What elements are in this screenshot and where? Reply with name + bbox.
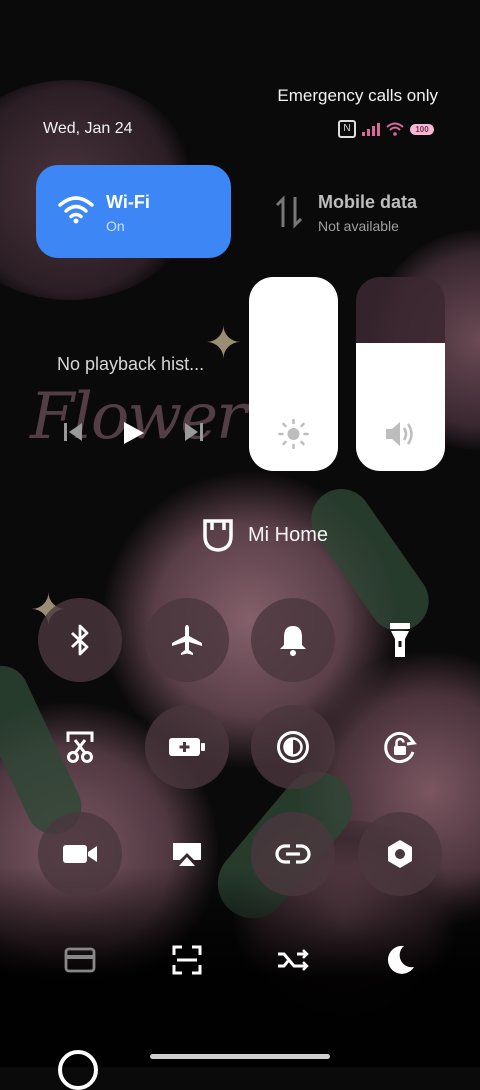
battery-saver-toggle[interactable] (145, 705, 229, 789)
cast-icon (173, 843, 201, 866)
brightness-slider[interactable] (249, 277, 338, 471)
bluetooth-icon (71, 624, 89, 656)
brightness-icon (278, 419, 309, 449)
video-toggle[interactable] (38, 812, 122, 896)
auto-rotate-icon (384, 732, 417, 763)
wifi-state: On (106, 218, 125, 234)
mi-home-button[interactable]: Mi Home (140, 490, 390, 580)
volume-icon (386, 422, 413, 446)
mobile-data-title: Mobile data (318, 192, 418, 212)
nfc-icon: N (338, 120, 356, 138)
flashlight-icon (390, 623, 410, 657)
wifi-title: Wi-Fi (106, 192, 150, 212)
night-mode-toggle[interactable] (358, 918, 442, 1002)
swap-icon (278, 949, 309, 971)
silent-toggle[interactable] (251, 598, 335, 682)
cast-toggle[interactable] (145, 812, 229, 896)
volume-fill (356, 342, 445, 471)
airplane-icon (172, 625, 202, 655)
media-title: No playback hist... (57, 354, 205, 374)
mi-home-icon (203, 519, 233, 552)
bluetooth-toggle[interactable] (38, 598, 122, 682)
mobile-data-icon (275, 195, 303, 229)
status-icons: N 100 (338, 120, 434, 138)
bell-icon (280, 626, 306, 656)
volume-slider[interactable] (356, 277, 445, 471)
mobile-data-tile[interactable]: Mobile data Not available (250, 165, 445, 258)
dark-mode-icon (277, 731, 309, 763)
wifi-icon (58, 196, 94, 224)
screenshot-toggle[interactable] (38, 705, 122, 789)
edit-icon[interactable] (58, 1050, 98, 1090)
airplane-toggle[interactable] (145, 598, 229, 682)
auto-rotate-toggle[interactable] (358, 705, 442, 789)
scan-icon (172, 945, 202, 975)
screenshot-icon (66, 731, 94, 763)
settings-icon (388, 840, 412, 868)
video-camera-icon (63, 845, 97, 863)
home-indicator[interactable] (150, 1054, 330, 1059)
wifi-status-icon (386, 122, 404, 136)
date-text: Wed, Jan 24 (43, 120, 133, 137)
battery-icon: 100 (410, 123, 434, 135)
signal-icon (362, 122, 380, 136)
link-toggle[interactable] (251, 812, 335, 896)
sparkle-decoration: ✦ (205, 319, 242, 368)
card-toggle[interactable] (38, 918, 122, 1002)
emergency-calls-text: Emergency calls only (277, 86, 438, 105)
scan-toggle[interactable] (145, 918, 229, 1002)
wifi-tile[interactable]: Wi-Fi On (36, 165, 231, 258)
mi-home-label: Mi Home (247, 523, 328, 546)
flashlight-toggle[interactable] (358, 598, 442, 682)
dark-mode-toggle[interactable] (251, 705, 335, 789)
play-icon[interactable] (120, 420, 146, 446)
battery-saver-icon (169, 738, 205, 756)
next-track-icon[interactable] (183, 420, 205, 444)
previous-track-icon[interactable] (62, 420, 84, 444)
card-icon (64, 947, 96, 973)
mobile-data-state: Not available (318, 218, 399, 234)
swap-toggle[interactable] (251, 918, 335, 1002)
settings-toggle[interactable] (358, 812, 442, 896)
moon-icon (387, 945, 414, 974)
link-icon (275, 844, 311, 864)
